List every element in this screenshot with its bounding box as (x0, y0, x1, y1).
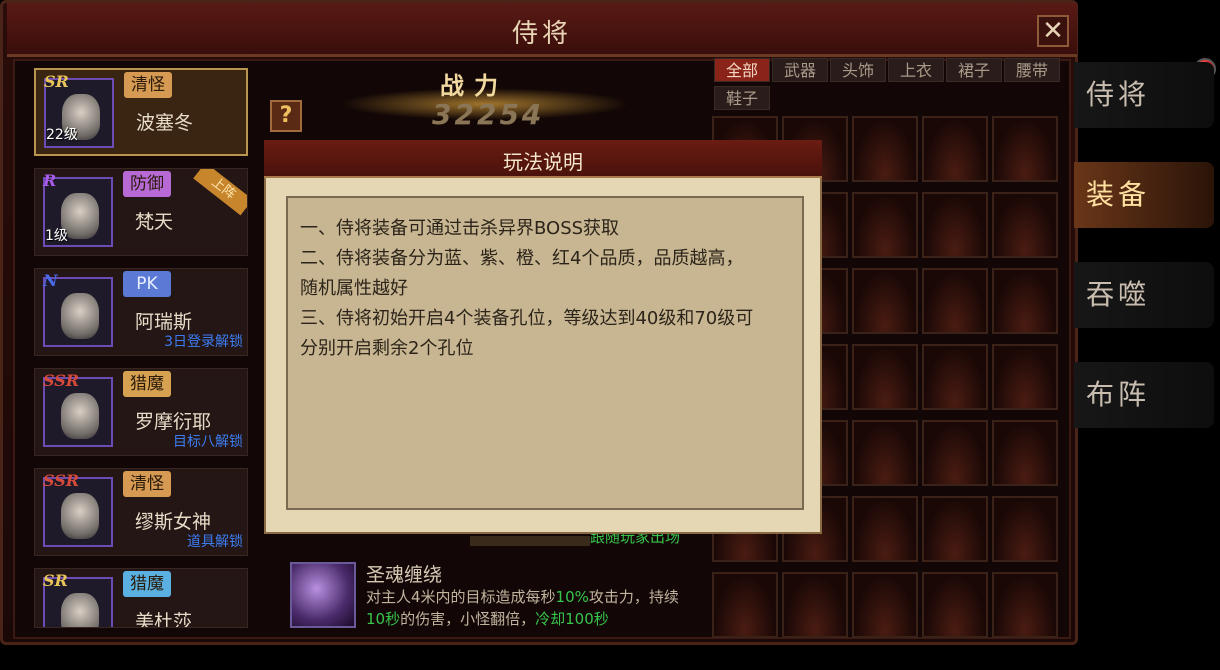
skill-description: 对主人4米内的目标造成每秒10%攻击力，持续 10秒的伤害，小怪翻倍，冷却100秒 (366, 586, 696, 630)
hero-face-image (61, 293, 99, 339)
equipment-slot[interactable] (712, 572, 778, 638)
unlock-condition: 目标八解锁 (173, 434, 243, 450)
hero-name: 缪斯女神 (135, 511, 212, 533)
rules-dialog: 玩法说明 一、侍将装备可通过击杀异界BOSS获取 二、侍将装备分为蓝、紫、橙、红… (264, 140, 822, 534)
power-value: 32254 (432, 98, 545, 131)
skill-desc-text: 对主人4米内的目标造成每秒 (366, 588, 556, 606)
rule-line: 分别开启剩余2个孔位 (300, 338, 474, 359)
equipment-slot[interactable] (922, 344, 988, 410)
filter-weapon[interactable]: 武器 (772, 58, 828, 82)
skill-desc-highlight: 10秒 (366, 610, 401, 628)
equipment-slot[interactable] (922, 496, 988, 562)
window-title: 侍将 (511, 19, 572, 49)
skill-icon[interactable] (290, 562, 356, 628)
rule-line: 随机属性越好 (300, 278, 408, 299)
hero-role-tag: 防御 (123, 171, 171, 197)
hero-name: 美杜莎 (135, 611, 193, 628)
hero-card[interactable]: R 1级 防御 梵天 上阵 (34, 168, 248, 256)
hero-card[interactable]: SSR 猎魔 罗摩衍耶 目标八解锁 (34, 368, 248, 456)
rule-line: 一、侍将装备可通过击杀异界BOSS获取 (300, 218, 620, 239)
skill-name: 圣魂缠绕 (366, 564, 443, 586)
rarity-label: SR (44, 72, 69, 91)
title-bar: 侍将 ✕ (7, 3, 1077, 57)
equipment-slot[interactable] (992, 496, 1058, 562)
hero-role-tag: 猎魔 (123, 571, 171, 597)
hero-face-image (61, 393, 99, 439)
dialog-header: 玩法说明 (264, 140, 822, 178)
tab-formation[interactable]: 布阵 (1074, 362, 1214, 428)
equipment-slot[interactable] (852, 572, 918, 638)
filter-top[interactable]: 上衣 (888, 58, 944, 82)
equipment-slot[interactable] (922, 116, 988, 182)
skill-desc-text: 攻击力，持续 (588, 588, 679, 606)
equipment-slot[interactable] (782, 572, 848, 638)
equipment-slot[interactable] (852, 268, 918, 334)
rule-line: 二、侍将装备分为蓝、紫、橙、红4个品质，品质越高， (300, 248, 744, 269)
hero-card[interactable]: N PK 阿瑞斯 3日登录解锁 (34, 268, 248, 356)
hero-card[interactable]: SSR 清怪 缪斯女神 道具解锁 (34, 468, 248, 556)
filter-shoes[interactable]: 鞋子 (714, 86, 770, 110)
tab-equipment[interactable]: 装备 (1074, 162, 1214, 228)
filter-belt[interactable]: 腰带 (1004, 58, 1060, 82)
hero-name: 阿瑞斯 (135, 311, 193, 333)
deployed-ribbon: 上阵 (193, 169, 247, 216)
equipment-slot[interactable] (852, 344, 918, 410)
hero-level: 1级 (45, 228, 68, 244)
help-button[interactable]: ? (270, 100, 302, 132)
unlock-condition: 3日登录解锁 (164, 334, 243, 350)
hero-role-tag: 猎魔 (123, 371, 171, 397)
hero-level: 22级 (46, 127, 78, 143)
equipment-slot[interactable] (922, 420, 988, 486)
hero-name: 波塞冬 (136, 112, 194, 134)
hero-role-tag: PK (123, 271, 171, 297)
unlock-condition: 道具解锁 (187, 534, 243, 550)
equipment-slot[interactable] (992, 268, 1058, 334)
rarity-label: SSR (43, 471, 80, 490)
equipment-slot[interactable] (992, 344, 1058, 410)
rarity-label: R (43, 171, 57, 190)
hero-role-tag: 清怪 (124, 72, 172, 98)
hero-card[interactable]: SR 猎魔 美杜莎 (34, 568, 248, 628)
equipment-slot[interactable] (992, 572, 1058, 638)
dialog-content: 一、侍将装备可通过击杀异界BOSS获取 二、侍将装备分为蓝、紫、橙、红4个品质，… (286, 196, 804, 510)
equipment-slot[interactable] (992, 116, 1058, 182)
equipment-slot[interactable] (852, 420, 918, 486)
skill-desc-text: 的伤害，小怪翻倍， (400, 610, 536, 628)
filter-all[interactable]: 全部 (714, 58, 770, 82)
equipment-slot[interactable] (992, 192, 1058, 258)
equipment-slot[interactable] (922, 192, 988, 258)
rule-line: 三、侍将初始开启4个装备孔位，等级达到40级和70级可 (300, 308, 754, 329)
equipment-slot[interactable] (922, 268, 988, 334)
equipment-slot[interactable] (992, 420, 1058, 486)
equipment-slot[interactable] (852, 116, 918, 182)
tab-devour[interactable]: 吞噬 (1074, 262, 1214, 328)
tab-hero[interactable]: 侍将 (1074, 62, 1214, 128)
power-label: 战力 (440, 72, 508, 100)
filter-headgear[interactable]: 头饰 (830, 58, 886, 82)
close-button[interactable]: ✕ (1037, 15, 1069, 47)
filter-skirt[interactable]: 裙子 (946, 58, 1002, 82)
rarity-label: SR (43, 571, 68, 590)
equipment-slot[interactable] (852, 192, 918, 258)
skill-desc-highlight: 冷却100秒 (535, 610, 609, 628)
hero-list: SR 22级 清怪 波塞冬 R 1级 防御 梵天 上阵 N PK 阿瑞斯 3日登… (34, 68, 250, 640)
equipment-slot[interactable] (852, 496, 918, 562)
hero-card[interactable]: SR 22级 清怪 波塞冬 (34, 68, 248, 156)
rarity-label: SSR (43, 371, 80, 390)
hero-pedestal (470, 536, 590, 546)
rarity-label: N (43, 271, 58, 290)
hero-name: 梵天 (135, 211, 174, 233)
hero-face-image (61, 493, 99, 539)
hero-role-tag: 清怪 (123, 471, 171, 497)
equipment-slot[interactable] (922, 572, 988, 638)
hero-name: 罗摩衍耶 (135, 411, 212, 433)
dialog-title: 玩法说明 (503, 150, 583, 174)
skill-desc-highlight: 10% (555, 588, 589, 606)
hero-face-image (61, 593, 99, 627)
